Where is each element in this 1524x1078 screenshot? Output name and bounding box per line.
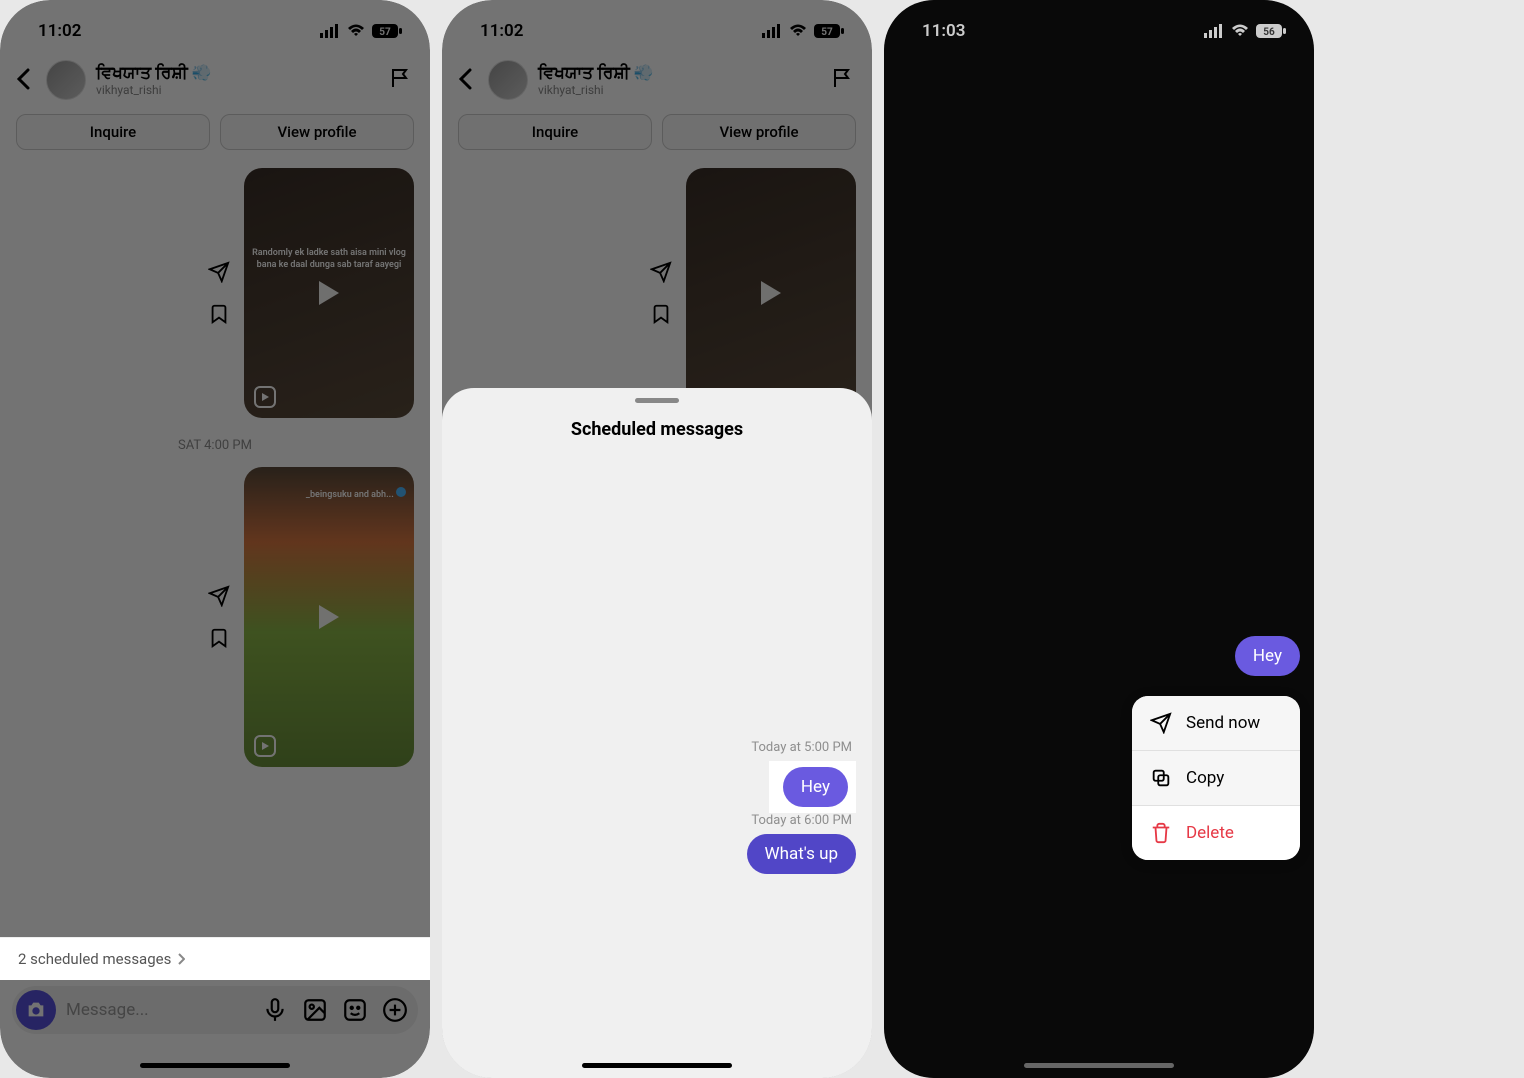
send-now-option[interactable]: Send now (1132, 696, 1300, 750)
reels-badge-icon (254, 386, 276, 408)
status-bar: 11:02 57 (0, 0, 430, 50)
reel-caption-2: _beingsuku and abh... (306, 490, 394, 500)
header-names[interactable]: ਵਿਖਯਾਤ ਰਿਸ਼ੀ 💨 vikhyat_rishi (538, 63, 820, 97)
svg-text:57: 57 (821, 27, 833, 38)
battery-text: 57 (379, 27, 391, 38)
status-bar: 11:03 56 (884, 0, 1314, 50)
home-indicator[interactable] (140, 1063, 290, 1068)
chat-header: ਵਿਖਯਾਤ ਰਿਸ਼ੀ 💨 vikhyat_rishi (442, 50, 872, 108)
action-buttons: Inquire View profile (442, 108, 872, 156)
screenshot-1: 11:02 57 ਵਿਖਯਾਤ ਰਿਸ਼ੀ 💨 vikhyat_rishi In… (0, 0, 430, 1078)
inquire-button[interactable]: Inquire (16, 114, 210, 150)
bookmark-icon (650, 303, 672, 325)
sticker-icon[interactable] (342, 997, 368, 1023)
play-icon (319, 605, 339, 629)
home-indicator[interactable] (582, 1063, 732, 1068)
scheduled-time-2: Today at 6:00 PM (458, 813, 852, 828)
share-icon[interactable] (208, 261, 230, 283)
status-bar: 11:02 57 (442, 0, 872, 50)
action-buttons: Inquire View profile (0, 108, 430, 156)
username: vikhyat_rishi (538, 83, 820, 97)
status-icons: 57 (762, 24, 844, 38)
wifi-icon (1231, 24, 1249, 38)
message-input-bar: Message... (12, 986, 418, 1034)
sheet-title: Scheduled messages (442, 419, 872, 440)
status-time: 11:02 (38, 21, 81, 41)
messages-area[interactable]: Randomly ek ladke sath aisa mini vlog ba… (0, 156, 430, 779)
inquire-button[interactable]: Inquire (458, 114, 652, 150)
battery-icon: 57 (814, 24, 844, 38)
share-icon (650, 261, 672, 283)
wind-emoji: 💨 (634, 63, 654, 82)
message-input[interactable]: Message... (66, 1000, 252, 1020)
chat-header: ਵਿਖਯਾਤ ਰਿਸ਼ੀ 💨 vikhyat_rishi (0, 50, 430, 108)
wifi-icon (347, 24, 365, 38)
back-icon[interactable] (10, 63, 36, 98)
screenshot-2: 11:02 57 ਵਿਖਯਾਤ ਰਿਸ਼ੀ 💨 vikhyat_rishi In… (442, 0, 872, 1078)
chevron-right-icon (177, 953, 185, 965)
scheduled-messages-sheet[interactable]: Scheduled messages Today at 5:00 PM Hey … (442, 388, 872, 1078)
cellular-icon (1204, 24, 1224, 38)
scheduled-message-1-highlight: Hey (769, 761, 856, 813)
status-icons: 57 (320, 24, 402, 38)
share-icon[interactable] (208, 585, 230, 607)
bookmark-icon[interactable] (208, 303, 230, 325)
status-time: 11:02 (480, 21, 523, 41)
wind-emoji: 💨 (192, 63, 212, 82)
cellular-icon (762, 24, 782, 38)
screenshot-3: 11:03 56 Hey Send now Copy Delete (884, 0, 1314, 1078)
mic-icon[interactable] (262, 997, 288, 1023)
scheduled-message-2[interactable]: What's up (747, 834, 856, 874)
send-now-label: Send now (1186, 713, 1260, 733)
bookmark-icon[interactable] (208, 627, 230, 649)
selected-message-bubble[interactable]: Hey (1235, 636, 1300, 676)
reels-badge-icon (254, 735, 276, 757)
scheduled-message-1[interactable]: Hey (783, 767, 848, 807)
message-reel-1[interactable]: Randomly ek ladke sath aisa mini vlog ba… (16, 168, 414, 418)
context-menu: Send now Copy Delete (1132, 696, 1300, 860)
username: vikhyat_rishi (96, 83, 378, 97)
status-time: 11:03 (922, 21, 965, 41)
copy-option[interactable]: Copy (1132, 750, 1300, 805)
reel-caption: Randomly ek ladke sath aisa mini vlog ba… (252, 248, 406, 271)
image-icon[interactable] (302, 997, 328, 1023)
play-icon (761, 281, 781, 305)
wifi-icon (789, 24, 807, 38)
cellular-icon (320, 24, 340, 38)
copy-icon (1150, 767, 1172, 789)
avatar[interactable] (46, 60, 86, 100)
flag-icon[interactable] (830, 66, 854, 94)
camera-button[interactable] (16, 990, 56, 1030)
delete-option[interactable]: Delete (1132, 805, 1300, 860)
back-icon[interactable] (452, 63, 478, 98)
message-reel-2[interactable]: _beingsuku and abh... (16, 467, 414, 767)
display-name: ਵਿਖਯਾਤ ਰਿਸ਼ੀ (96, 63, 188, 83)
scheduled-time-1: Today at 5:00 PM (458, 740, 852, 755)
view-profile-button[interactable]: View profile (220, 114, 414, 150)
header-names[interactable]: ਵਿਖਯਾਤ ਰਿਸ਼ੀ 💨 vikhyat_rishi (96, 63, 378, 97)
scheduled-messages-banner[interactable]: 2 scheduled messages (0, 937, 430, 980)
sheet-handle[interactable] (635, 398, 679, 403)
timestamp: SAT 4:00 PM (16, 438, 414, 453)
copy-label: Copy (1186, 768, 1224, 788)
home-indicator[interactable] (1024, 1063, 1174, 1068)
view-profile-button[interactable]: View profile (662, 114, 856, 150)
send-icon (1150, 712, 1172, 734)
scheduled-banner-label: 2 scheduled messages (18, 950, 171, 968)
status-icons: 56 (1204, 24, 1286, 38)
avatar[interactable] (488, 60, 528, 100)
plus-icon[interactable] (382, 997, 408, 1023)
trash-icon (1150, 822, 1172, 844)
play-icon (319, 281, 339, 305)
battery-icon: 56 (1256, 24, 1286, 38)
flag-icon[interactable] (388, 66, 412, 94)
battery-icon: 57 (372, 24, 402, 38)
svg-text:56: 56 (1263, 27, 1275, 38)
display-name: ਵਿਖਯਾਤ ਰਿਸ਼ੀ (538, 63, 630, 83)
delete-label: Delete (1186, 823, 1234, 843)
